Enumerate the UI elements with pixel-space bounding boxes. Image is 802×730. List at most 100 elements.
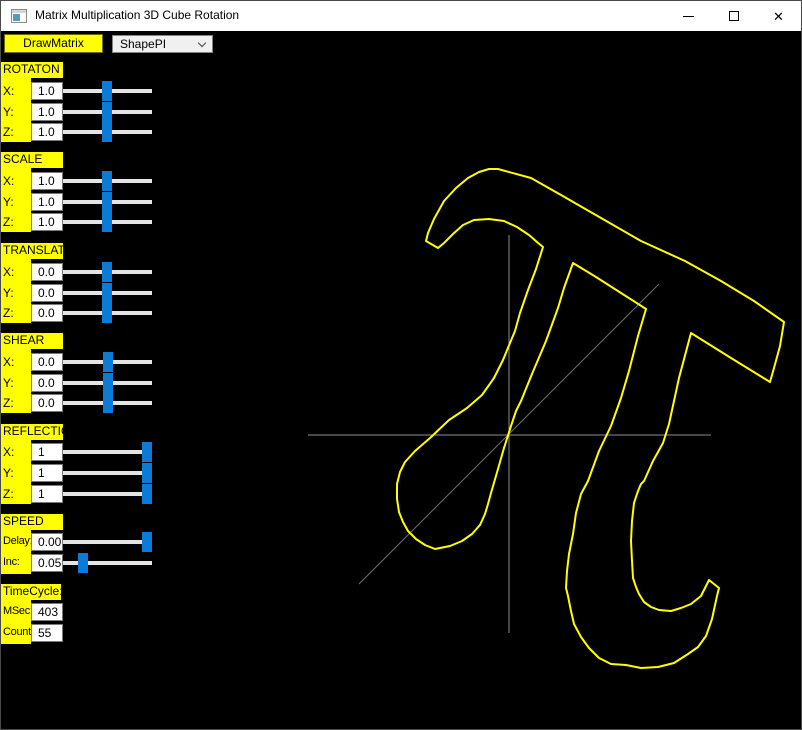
slider-track[interactable] bbox=[63, 471, 152, 475]
section-title: ROTATON bbox=[1, 62, 63, 78]
app-window: Matrix Multiplication 3D Cube Rotation ✕… bbox=[0, 0, 802, 730]
axis-label: X: bbox=[3, 445, 14, 459]
section-translate: TRANSLATE X: Y: Z: bbox=[1, 243, 161, 323]
value-input[interactable] bbox=[31, 554, 63, 572]
slider[interactable] bbox=[63, 172, 152, 190]
slider-thumb[interactable] bbox=[103, 373, 113, 393]
shape-select-value: ShapePI bbox=[120, 37, 166, 51]
value-input[interactable] bbox=[31, 394, 63, 412]
slider[interactable] bbox=[63, 353, 152, 371]
slider[interactable] bbox=[63, 193, 152, 211]
value-input[interactable] bbox=[31, 103, 63, 121]
slider-thumb[interactable] bbox=[142, 532, 152, 552]
axis-label: X: bbox=[3, 174, 14, 188]
slider[interactable] bbox=[63, 304, 152, 322]
slider[interactable] bbox=[63, 213, 152, 231]
axis-label: X: bbox=[3, 355, 14, 369]
value-input[interactable] bbox=[31, 284, 63, 302]
value-input[interactable] bbox=[31, 374, 63, 392]
slider-thumb[interactable] bbox=[142, 484, 152, 504]
readout-row: Count bbox=[1, 624, 161, 643]
slider-row: Z: bbox=[1, 304, 161, 323]
draw-matrix-button[interactable]: DrawMatrix bbox=[4, 34, 103, 53]
slider-row: X: bbox=[1, 82, 161, 101]
slider-track[interactable] bbox=[63, 540, 152, 544]
slider[interactable] bbox=[63, 394, 152, 412]
slider-thumb[interactable] bbox=[102, 171, 112, 191]
slider-thumb[interactable] bbox=[103, 393, 113, 413]
close-icon: ✕ bbox=[773, 10, 784, 23]
value-input[interactable] bbox=[31, 603, 63, 621]
value-input[interactable] bbox=[31, 123, 63, 141]
slider-thumb[interactable] bbox=[78, 553, 88, 573]
slider-track[interactable] bbox=[63, 561, 152, 565]
slider-thumb[interactable] bbox=[102, 122, 112, 142]
slider[interactable] bbox=[63, 443, 152, 461]
section-title: REFLECTION bbox=[1, 424, 63, 440]
slider-thumb[interactable] bbox=[142, 463, 152, 483]
slider-thumb[interactable] bbox=[102, 212, 112, 232]
value-input[interactable] bbox=[31, 213, 63, 231]
value-input[interactable] bbox=[31, 443, 63, 461]
value-input[interactable] bbox=[31, 353, 63, 371]
section-timecycle: TimeCycle: MSec: Count bbox=[1, 584, 161, 644]
value-input[interactable] bbox=[31, 172, 63, 190]
slider-track[interactable] bbox=[63, 450, 152, 454]
value-input[interactable] bbox=[31, 263, 63, 281]
slider-row: Inc: bbox=[1, 554, 161, 573]
axis-label: Y: bbox=[3, 376, 14, 390]
slider-thumb[interactable] bbox=[102, 192, 112, 212]
section-scale: SCALE X: Y: Z: bbox=[1, 152, 161, 232]
value-input[interactable] bbox=[31, 82, 63, 100]
axis-label: Y: bbox=[3, 466, 14, 480]
value-input[interactable] bbox=[31, 533, 63, 551]
close-button[interactable]: ✕ bbox=[756, 1, 801, 31]
slider[interactable] bbox=[63, 123, 152, 141]
slider[interactable] bbox=[63, 485, 152, 503]
slider-thumb[interactable] bbox=[102, 303, 112, 323]
slider-row: Z: bbox=[1, 213, 161, 232]
slider[interactable] bbox=[63, 374, 152, 392]
slider-thumb[interactable] bbox=[102, 102, 112, 122]
slider-thumb[interactable] bbox=[102, 262, 112, 282]
slider-row: Z: bbox=[1, 485, 161, 504]
minimize-button[interactable] bbox=[666, 1, 711, 31]
slider-thumb[interactable] bbox=[102, 283, 112, 303]
slider-thumb[interactable] bbox=[142, 442, 152, 462]
axis-label: Z: bbox=[3, 396, 14, 410]
count-label: Count bbox=[3, 626, 31, 638]
inc-label: Inc: bbox=[3, 556, 20, 568]
value-input[interactable] bbox=[31, 193, 63, 211]
slider-thumb[interactable] bbox=[103, 352, 113, 372]
slider-row: X: bbox=[1, 172, 161, 191]
slider-track[interactable] bbox=[63, 492, 152, 496]
section-title: SHEAR bbox=[1, 333, 63, 349]
axis-label: Y: bbox=[3, 195, 14, 209]
section-speed: SPEED Delay: Inc: bbox=[1, 514, 161, 574]
slider[interactable] bbox=[63, 554, 152, 572]
value-input[interactable] bbox=[31, 464, 63, 482]
axis-label: Z: bbox=[3, 125, 14, 139]
slider[interactable] bbox=[63, 284, 152, 302]
value-input[interactable] bbox=[31, 304, 63, 322]
maximize-button[interactable] bbox=[711, 1, 756, 31]
slider-row: Y: bbox=[1, 193, 161, 212]
slider[interactable] bbox=[63, 103, 152, 121]
chevron-down-icon bbox=[198, 39, 206, 47]
titlebar[interactable]: Matrix Multiplication 3D Cube Rotation ✕ bbox=[1, 1, 801, 31]
axis-label: X: bbox=[3, 265, 14, 279]
axis-label: Y: bbox=[3, 105, 14, 119]
pi-symbol-outline bbox=[397, 169, 784, 668]
slider[interactable] bbox=[63, 533, 152, 551]
value-input[interactable] bbox=[31, 624, 63, 642]
slider[interactable] bbox=[63, 464, 152, 482]
slider-row: X: bbox=[1, 443, 161, 462]
slider[interactable] bbox=[63, 82, 152, 100]
slider-thumb[interactable] bbox=[102, 81, 112, 101]
slider[interactable] bbox=[63, 263, 152, 281]
shape-select[interactable]: ShapePI bbox=[112, 35, 213, 53]
msec-label: MSec: bbox=[3, 605, 33, 617]
value-input[interactable] bbox=[31, 485, 63, 503]
axis-label: X: bbox=[3, 84, 14, 98]
minimize-icon bbox=[683, 16, 694, 17]
